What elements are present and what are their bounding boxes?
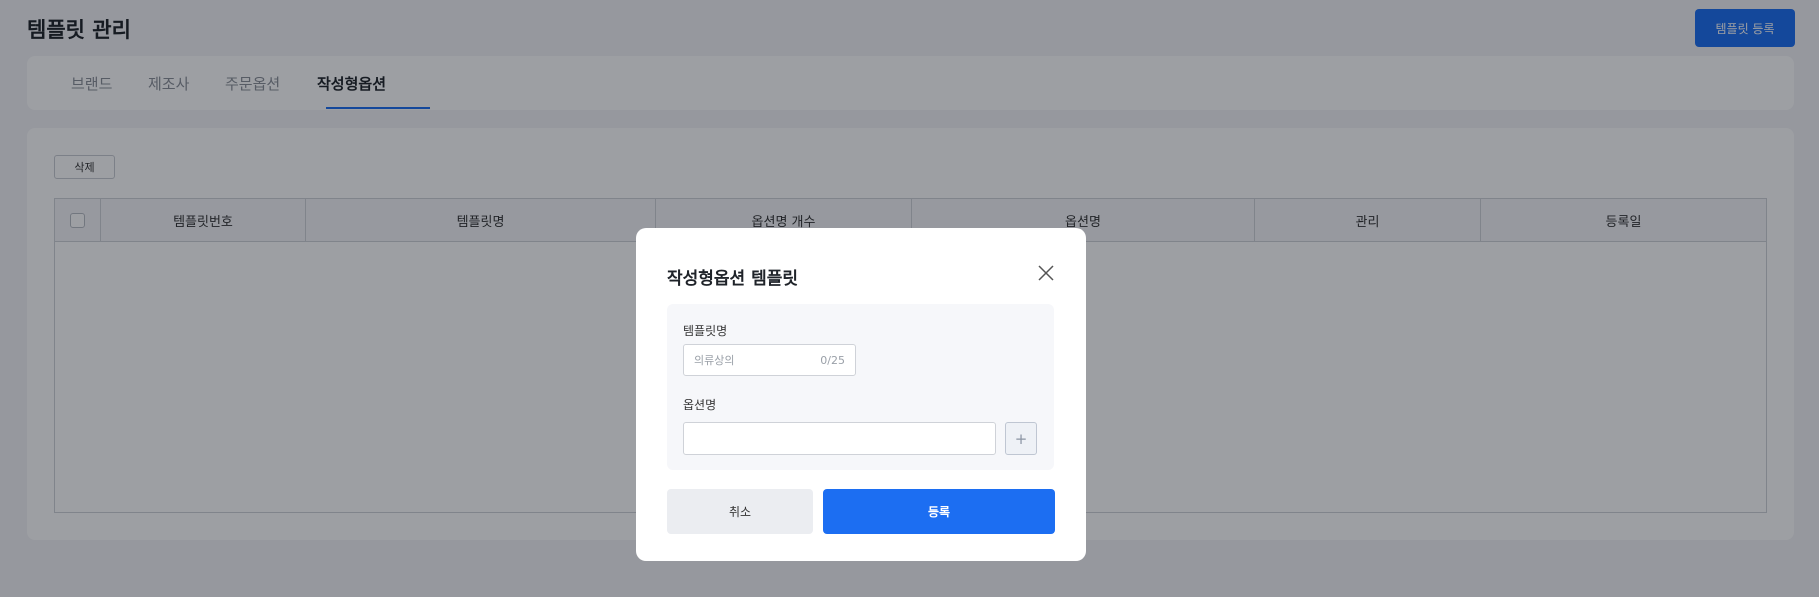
close-icon[interactable] xyxy=(1037,264,1055,282)
option-name-input[interactable] xyxy=(683,422,996,455)
submit-button[interactable]: 등록 xyxy=(823,489,1055,534)
cancel-button[interactable]: 취소 xyxy=(667,489,813,534)
template-name-label: 템플릿명 xyxy=(683,324,728,338)
modal-title: 작성형옵션 템플릿 xyxy=(667,269,799,289)
option-name-label: 옵션명 xyxy=(683,398,717,412)
template-modal: 작성형옵션 템플릿 템플릿명 의류상의 0/25 옵션명 + 취소 등록 xyxy=(636,228,1086,561)
template-name-input[interactable]: 의류상의 0/25 xyxy=(683,344,856,376)
form-panel: 템플릿명 의류상의 0/25 옵션명 + xyxy=(667,304,1054,470)
plus-icon: + xyxy=(1014,429,1028,448)
char-counter: 0/25 xyxy=(820,353,845,367)
add-option-button[interactable]: + xyxy=(1005,422,1037,455)
template-name-placeholder: 의류상의 xyxy=(694,354,735,367)
